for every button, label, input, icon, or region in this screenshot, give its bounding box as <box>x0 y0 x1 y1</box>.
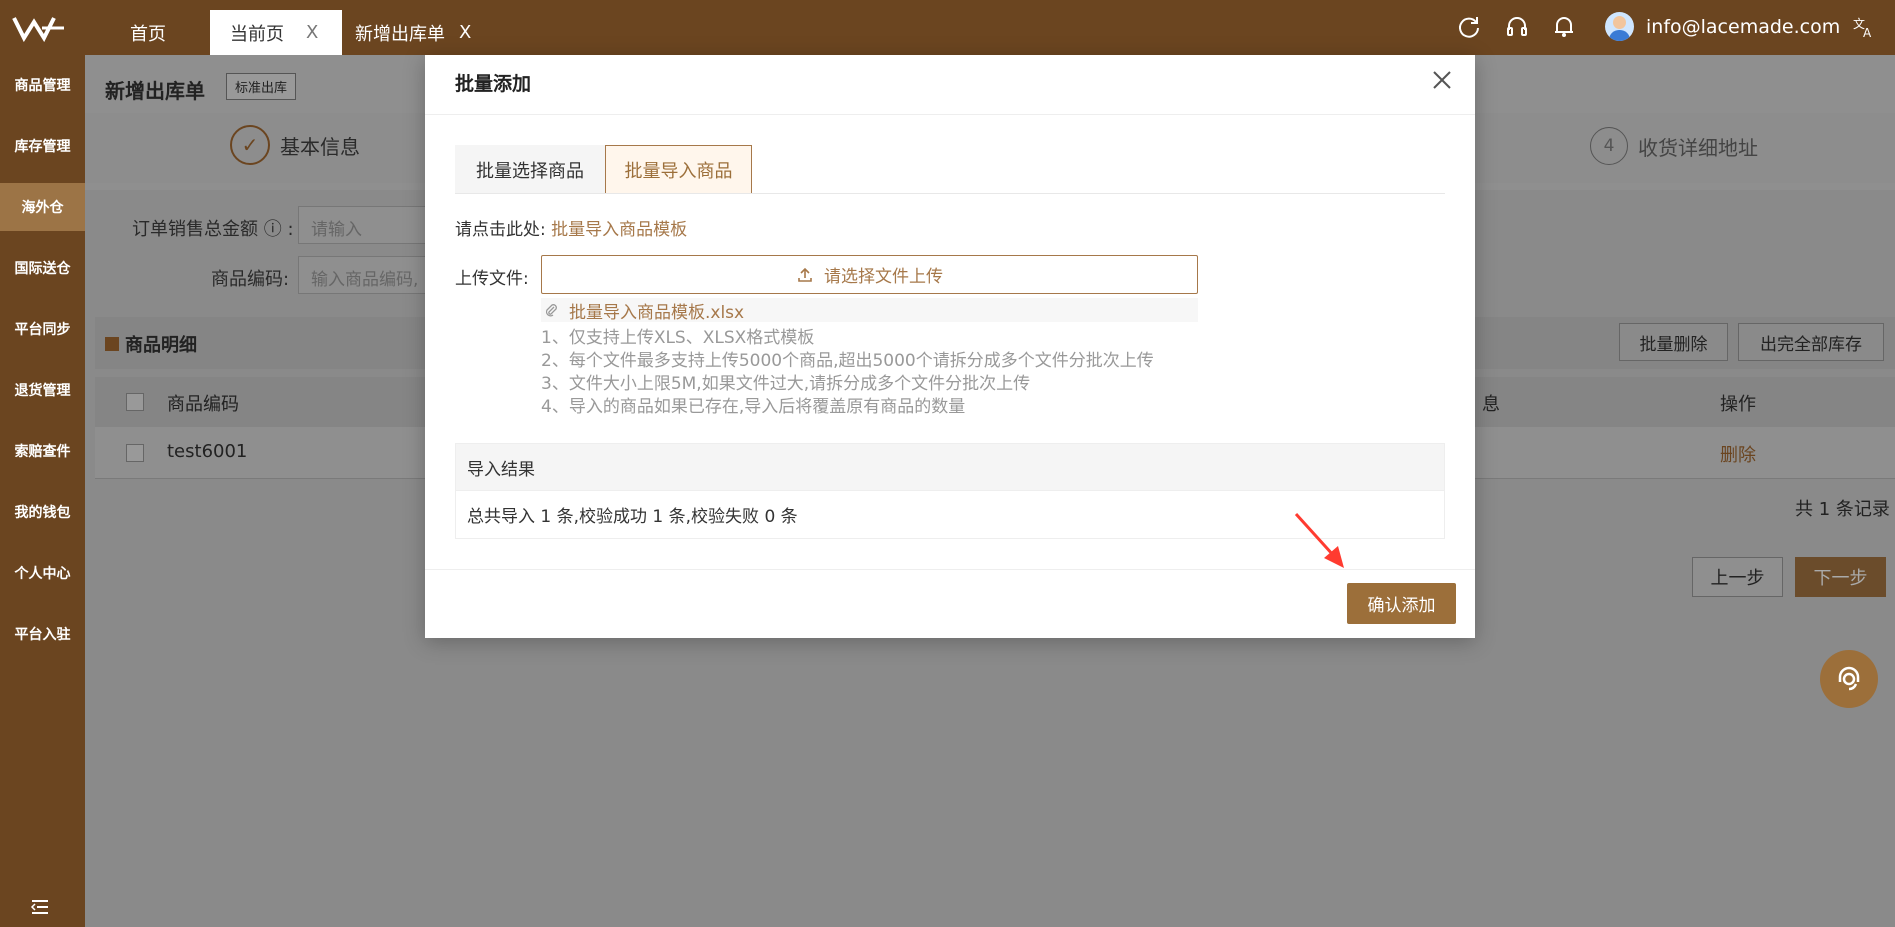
batch-delete-button[interactable]: 批量删除 <box>1619 323 1728 361</box>
status-badge: 标准出库 <box>226 73 297 100</box>
sidebar-item-profile[interactable]: 个人中心 <box>0 549 85 597</box>
user-email: info@lacemade.com <box>1646 15 1841 38</box>
upload-label: 上传文件: <box>455 269 529 289</box>
section-icon <box>105 337 119 351</box>
user-menu[interactable]: info@lacemade.com <box>1605 12 1840 41</box>
section-title-text: 商品明细 <box>125 335 197 356</box>
sidebar-item-platform-join[interactable]: 平台入驻 <box>0 610 85 658</box>
sidebar-item-inventory[interactable]: 库存管理 <box>0 122 85 170</box>
annotation-arrow-icon <box>1294 512 1344 568</box>
confirm-add-button[interactable]: 确认添加 <box>1347 583 1456 624</box>
import-result-header: 导入结果 <box>455 443 1445 491</box>
sidebar-item-wallet[interactable]: 我的钱包 <box>0 488 85 536</box>
sidebar-item-label: 库存管理 <box>14 139 71 155</box>
divider <box>455 193 1445 194</box>
note-item: 4、导入的商品如果已存在,导入后将覆盖原有商品的数量 <box>541 397 966 417</box>
svg-text:A: A <box>1863 26 1872 40</box>
next-step-button[interactable]: 下一步 <box>1795 557 1886 597</box>
tab-new-outbound[interactable]: 新增出库单 X <box>355 10 471 55</box>
record-count: 共 1 条记录 <box>1795 499 1890 520</box>
upload-button-label: 请选择文件上传 <box>824 267 943 287</box>
section-title: 商品明细 <box>105 331 197 357</box>
sidebar-item-label: 索赔查件 <box>14 444 71 460</box>
sidebar-item-products[interactable]: 商品管理 <box>0 61 85 109</box>
sidebar: 商品管理 库存管理 海外仓 国际送仓 平台同步 退货管理 索赔查件 我的钱包 个… <box>0 55 85 927</box>
template-hint: 请点击此处: 批量导入商品模板 <box>455 215 687 240</box>
uploaded-file[interactable]: 批量导入商品模板.xlsx <box>541 298 1198 323</box>
sidebar-item-label: 个人中心 <box>14 566 71 582</box>
step-number: 4 <box>1590 127 1628 165</box>
tab-batch-select[interactable]: 批量选择商品 <box>455 145 605 194</box>
amount-colon: : <box>287 219 294 240</box>
file-name: 批量导入商品模板.xlsx <box>569 302 745 323</box>
modal-title: 批量添加 <box>455 73 532 95</box>
col-info: 息 <box>1482 394 1500 415</box>
tab-close-icon[interactable]: X <box>306 22 318 43</box>
amount-label: 订单销售总金额 ⓘ : <box>132 215 294 241</box>
select-all-checkbox[interactable] <box>126 393 144 411</box>
row-product-code: test6001 <box>167 441 248 462</box>
sidebar-item-overseas-warehouse[interactable]: 海外仓 <box>0 183 85 231</box>
sidebar-item-returns[interactable]: 退货管理 <box>0 366 85 414</box>
template-hint-label: 请点击此处: <box>455 220 546 240</box>
sidebar-item-label: 国际送仓 <box>14 261 71 277</box>
tab-home[interactable]: 首页 <box>130 10 166 55</box>
step-basic-info: ✓ 基本信息 <box>230 125 360 165</box>
prev-step-button[interactable]: 上一步 <box>1692 557 1783 597</box>
translate-icon[interactable]: 文 A <box>1851 14 1877 40</box>
sidebar-item-label: 平台入驻 <box>14 627 71 643</box>
col-operation: 操作 <box>1720 394 1756 415</box>
step-label: 收货详细地址 <box>1638 135 1758 160</box>
note-item: 3、文件大小上限5M,如果文件过大,请拆分成多个文件分批次上传 <box>541 374 1031 394</box>
support-icon <box>1838 666 1860 691</box>
headset-icon[interactable] <box>1504 14 1530 40</box>
refresh-icon[interactable] <box>1456 14 1482 40</box>
sidebar-item-platform-sync[interactable]: 平台同步 <box>0 305 85 353</box>
sidebar-item-label: 海外仓 <box>21 200 64 216</box>
step-label: 基本信息 <box>280 134 360 159</box>
avatar <box>1605 12 1634 41</box>
menu-collapse-icon[interactable] <box>30 899 50 915</box>
out-all-stock-button[interactable]: 出完全部库存 <box>1738 323 1884 361</box>
bell-icon[interactable] <box>1551 14 1577 40</box>
divider <box>425 114 1475 115</box>
sidebar-item-label: 平台同步 <box>14 322 71 338</box>
tab-current-label: 当前页 <box>230 23 284 45</box>
sidebar-item-label: 我的钱包 <box>14 505 71 521</box>
info-icon: ⓘ <box>263 219 282 240</box>
note-item: 2、每个文件最多支持上传5000个商品,超出5000个请拆分成多个文件分批次上传 <box>541 351 1154 371</box>
sidebar-item-claims[interactable]: 索赔查件 <box>0 427 85 475</box>
sidebar-item-label: 退货管理 <box>14 383 71 399</box>
note-item: 1、仅支持上传XLS、XLSX格式模板 <box>541 328 815 348</box>
logo-icon[interactable] <box>12 14 66 42</box>
code-label: 商品编码: <box>211 269 290 290</box>
tab-batch-import[interactable]: 批量导入商品 <box>605 145 752 194</box>
step-address: 4 收货详细地址 <box>1590 127 1758 165</box>
check-icon: ✓ <box>230 125 270 165</box>
tab-home-label: 首页 <box>130 23 166 45</box>
page-title: 新增出库单 <box>105 79 205 103</box>
top-bar: 首页 当前页 X 新增出库单 X info@lacemade.com 文 A <box>0 0 1895 55</box>
support-button[interactable] <box>1820 650 1878 708</box>
upload-icon <box>798 267 812 282</box>
tab-current-page[interactable]: 当前页 X <box>210 10 343 55</box>
tab-new-outbound-label: 新增出库单 <box>355 23 445 45</box>
amount-label-text: 订单销售总金额 <box>132 219 258 240</box>
row-delete-link[interactable]: 删除 <box>1720 441 1756 467</box>
sidebar-item-label: 商品管理 <box>14 78 71 94</box>
paperclip-icon <box>545 304 557 317</box>
row-checkbox[interactable] <box>126 444 144 462</box>
tab-close-icon[interactable]: X <box>459 22 471 43</box>
upload-button[interactable]: 请选择文件上传 <box>541 255 1198 294</box>
template-download-link[interactable]: 批量导入商品模板 <box>551 220 687 240</box>
col-product-code: 商品编码 <box>167 394 239 415</box>
sidebar-item-intl-delivery[interactable]: 国际送仓 <box>0 244 85 292</box>
close-icon[interactable] <box>1431 69 1453 91</box>
